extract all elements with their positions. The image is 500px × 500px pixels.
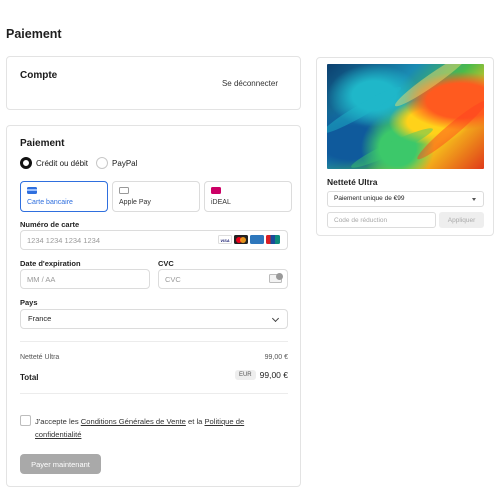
total-value: EUR 99,00 €: [234, 370, 288, 380]
payment-type-radio-group: Crédit ou débit PayPal: [20, 157, 145, 169]
cgv-link[interactable]: Conditions Générales de Vente: [81, 417, 186, 426]
tab-carte-bancaire[interactable]: Carte bancaire: [20, 181, 108, 212]
expiry-input[interactable]: [20, 269, 150, 289]
cvc-card-icon: [269, 273, 283, 283]
radio-credit-debit-label[interactable]: Crédit ou débit: [36, 159, 88, 168]
payment-card: Paiement Crédit ou débit PayPal Carte ba…: [6, 125, 301, 487]
account-card: Compte Se déconnecter: [6, 56, 301, 110]
product-card: Netteté Ultra Paiement unique de €99 App…: [316, 57, 494, 236]
apple-pay-icon: [119, 187, 129, 194]
plan-select[interactable]: Paiement unique de €99: [327, 191, 484, 207]
payment-method-tabs: Carte bancaire Apple Pay iDEAL: [20, 181, 292, 212]
line-item-label: Netteté Ultra: [20, 354, 60, 361]
terms-prefix: J'accepte les: [35, 417, 81, 426]
radio-paypal-label[interactable]: PayPal: [112, 159, 137, 168]
radio-paypal[interactable]: [96, 157, 109, 169]
card-number-wrapper: VISA: [20, 230, 288, 250]
card-brands: VISA: [218, 235, 280, 244]
logout-link[interactable]: Se déconnecter: [222, 79, 278, 88]
credit-card-icon: [27, 187, 37, 194]
apply-coupon-button[interactable]: Appliquer: [439, 212, 484, 228]
coupon-input[interactable]: [327, 212, 436, 228]
line-item-amount: 99,00 €: [264, 354, 288, 361]
cvc-label: CVC: [158, 259, 174, 268]
account-title: Compte: [20, 70, 58, 81]
divider: [20, 393, 288, 394]
currency-badge: EUR: [234, 370, 256, 380]
chevron-down-icon: [271, 314, 280, 323]
terms-text: J'accepte les Conditions Générales de Ve…: [35, 415, 285, 441]
product-image: [327, 64, 484, 169]
summary-total: Total EUR 99,00 €: [20, 370, 288, 382]
terms-middle: et la: [185, 417, 205, 426]
tab-ideal[interactable]: iDEAL: [204, 181, 292, 212]
payment-section-title: Paiement: [20, 138, 65, 149]
product-name: Netteté Ultra: [327, 177, 378, 187]
caret-down-icon: [472, 198, 476, 201]
tab-label: iDEAL: [211, 199, 231, 206]
tab-apple-pay[interactable]: Apple Pay: [112, 181, 200, 212]
radio-credit-debit[interactable]: [20, 157, 32, 169]
expiry-label: Date d'expiration: [20, 259, 81, 268]
summary-line-item: Netteté Ultra 99,00 €: [20, 354, 288, 361]
ideal-icon: [211, 187, 221, 194]
visa-icon: VISA: [218, 235, 232, 244]
cvc-wrapper: [158, 269, 288, 289]
page-title: Paiement: [6, 27, 62, 41]
card-number-label: Numéro de carte: [20, 220, 80, 229]
total-label: Total: [20, 373, 39, 382]
country-select[interactable]: France: [20, 309, 288, 329]
total-amount: 99,00 €: [259, 370, 288, 380]
tab-label: Apple Pay: [119, 199, 151, 206]
tab-label: Carte bancaire: [27, 199, 73, 206]
unionpay-icon: [266, 235, 280, 244]
country-select-value: France: [28, 314, 52, 323]
mastercard-icon: [234, 235, 248, 244]
country-label: Pays: [20, 298, 38, 307]
pay-now-button[interactable]: Payer maintenant: [20, 454, 101, 474]
terms-checkbox[interactable]: [20, 415, 31, 426]
amex-icon: [250, 235, 264, 244]
plan-select-value: Paiement unique de €99: [334, 195, 405, 202]
divider: [20, 341, 288, 342]
